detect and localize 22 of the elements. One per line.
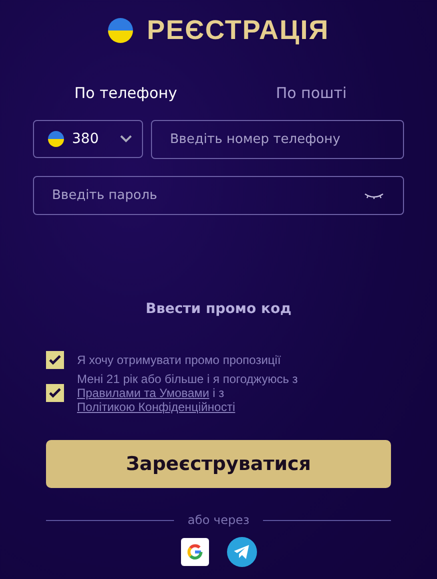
phone-field[interactable]: Введіть номер телефону: [151, 120, 404, 159]
flag-icon: [108, 18, 133, 42]
closed-eye-icon[interactable]: [364, 192, 384, 200]
consent-text: Мені 21 рік або більше і я погоджуюсь з Правилами та Умовами і з Політикою Конфіденційності: [77, 372, 299, 414]
tab[interactable]: По телефону: [33, 76, 218, 110]
flag-icon: [48, 131, 64, 147]
page-title: РЕЄСТРАЦІЯ: [146, 14, 330, 46]
checkbox[interactable]: [46, 351, 64, 369]
country-code: 380: [72, 131, 100, 147]
divider-label: або через: [188, 513, 250, 527]
register-button[interactable]: Зареєструватися: [46, 440, 391, 488]
tab[interactable]: По пошті: [218, 76, 404, 110]
terms-link[interactable]: Політикою Конфіденційності: [77, 400, 236, 414]
password-field[interactable]: Введіть пароль: [33, 176, 404, 215]
chevron-down-icon: [120, 135, 132, 143]
terms-link[interactable]: Правилами та Умовами: [77, 386, 210, 400]
paper-plane-icon[interactable]: [226, 537, 256, 567]
consent-text: Я хочу отримувати промо пропозиції: [77, 353, 282, 367]
google-icon[interactable]: [180, 538, 208, 566]
country-code-select[interactable]: 380: [33, 120, 143, 158]
promo-code-link[interactable]: Ввести промо код: [146, 301, 292, 317]
checkbox[interactable]: [46, 384, 64, 402]
